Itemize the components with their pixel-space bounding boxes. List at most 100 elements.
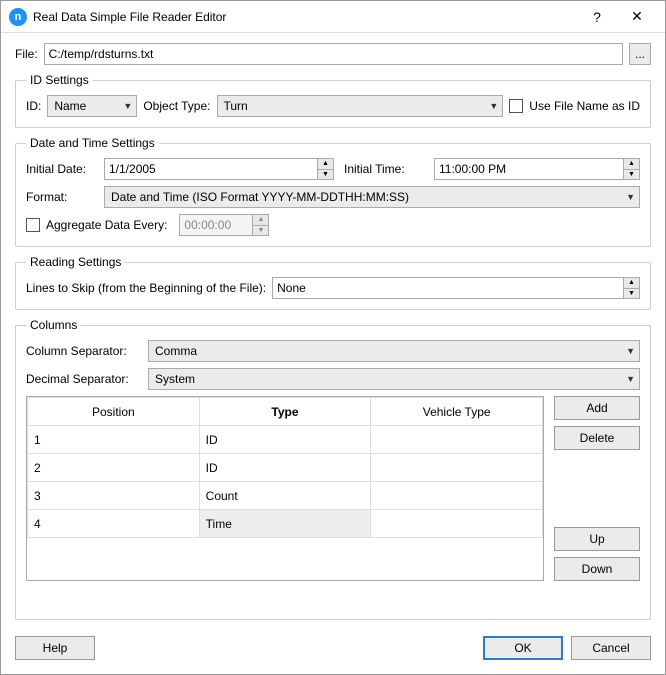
app-icon: n bbox=[9, 8, 27, 26]
format-label: Format: bbox=[26, 190, 98, 204]
table-cell-position[interactable]: 4 bbox=[28, 510, 200, 538]
chevron-down-icon: ▼ bbox=[123, 101, 132, 111]
table-row[interactable]: 4Time bbox=[28, 510, 543, 538]
columns-table-container: Position Type Vehicle Type 1ID2ID3Count4… bbox=[26, 396, 544, 581]
lines-to-skip-label: Lines to Skip (from the Beginning of the… bbox=[26, 281, 266, 295]
datetime-group: Date and Time Settings Initial Date: ▲▼ … bbox=[15, 136, 651, 247]
ok-button[interactable]: OK bbox=[483, 636, 563, 660]
decimal-sep-row: Decimal Separator: System ▼ bbox=[26, 368, 640, 390]
table-cell-position[interactable]: 2 bbox=[28, 454, 200, 482]
file-row: File: ... bbox=[15, 43, 651, 65]
aggregate-value bbox=[180, 215, 252, 235]
table-header-row: Position Type Vehicle Type bbox=[28, 398, 543, 426]
columns-side-buttons: Add Delete Up Down bbox=[554, 396, 640, 581]
spinner-up-icon[interactable]: ▲ bbox=[624, 278, 639, 289]
table-cell-position[interactable]: 3 bbox=[28, 482, 200, 510]
initial-time-value[interactable] bbox=[435, 159, 623, 179]
chevron-down-icon: ▼ bbox=[489, 101, 498, 111]
initial-time-spinner[interactable]: ▲▼ bbox=[434, 158, 640, 180]
header-position[interactable]: Position bbox=[28, 398, 200, 426]
datetime-row2: Format: Date and Time (ISO Format YYYY-M… bbox=[26, 186, 640, 208]
id-combo-value: Name bbox=[54, 99, 86, 113]
spinner-down-icon[interactable]: ▼ bbox=[624, 289, 639, 299]
column-sep-label: Column Separator: bbox=[26, 344, 142, 358]
table-cell-type[interactable]: ID bbox=[199, 426, 371, 454]
column-sep-row: Column Separator: Comma ▼ bbox=[26, 340, 640, 362]
initial-date-value[interactable] bbox=[105, 159, 317, 179]
object-type-combo[interactable]: Turn ▼ bbox=[217, 95, 504, 117]
datetime-legend: Date and Time Settings bbox=[26, 136, 159, 150]
lines-to-skip-value[interactable] bbox=[273, 278, 623, 298]
aggregate-label: Aggregate Data Every: bbox=[46, 218, 167, 232]
column-sep-combo[interactable]: Comma ▼ bbox=[148, 340, 640, 362]
format-value: Date and Time (ISO Format YYYY-MM-DDTHH:… bbox=[111, 190, 409, 204]
header-vehicle[interactable]: Vehicle Type bbox=[371, 398, 543, 426]
spinner-up-icon: ▲ bbox=[253, 215, 268, 226]
table-row[interactable]: 3Count bbox=[28, 482, 543, 510]
chevron-down-icon: ▼ bbox=[626, 192, 635, 202]
table-cell-vehicle[interactable] bbox=[371, 510, 543, 538]
table-cell-position[interactable]: 1 bbox=[28, 426, 200, 454]
id-combo[interactable]: Name ▼ bbox=[47, 95, 137, 117]
column-sep-value: Comma bbox=[155, 344, 197, 358]
columns-table[interactable]: Position Type Vehicle Type 1ID2ID3Count4… bbox=[27, 397, 543, 538]
table-row[interactable]: 2ID bbox=[28, 454, 543, 482]
titlebar: n Real Data Simple File Reader Editor ? … bbox=[1, 1, 665, 33]
spinner-up-icon[interactable]: ▲ bbox=[318, 159, 333, 170]
datetime-row1: Initial Date: ▲▼ Initial Time: ▲▼ bbox=[26, 158, 640, 180]
initial-date-label: Initial Date: bbox=[26, 162, 98, 176]
table-cell-type[interactable]: Count bbox=[199, 482, 371, 510]
browse-button[interactable]: ... bbox=[629, 43, 651, 65]
table-cell-type[interactable]: Time bbox=[199, 510, 371, 538]
delete-button[interactable]: Delete bbox=[554, 426, 640, 450]
table-cell-vehicle[interactable] bbox=[371, 482, 543, 510]
initial-date-spinner[interactable]: ▲▼ bbox=[104, 158, 334, 180]
lines-to-skip-spinner[interactable]: ▲▼ bbox=[272, 277, 640, 299]
decimal-sep-combo[interactable]: System ▼ bbox=[148, 368, 640, 390]
id-settings-row: ID: Name ▼ Object Type: Turn ▼ Use File … bbox=[26, 95, 640, 117]
up-button[interactable]: Up bbox=[554, 527, 640, 551]
use-filename-checkbox[interactable] bbox=[509, 99, 523, 113]
datetime-row3: Aggregate Data Every: ▲▼ bbox=[26, 214, 640, 236]
spinner-down-icon: ▼ bbox=[253, 226, 268, 236]
add-button[interactable]: Add bbox=[554, 396, 640, 420]
down-button[interactable]: Down bbox=[554, 557, 640, 581]
columns-legend: Columns bbox=[26, 318, 81, 332]
header-type[interactable]: Type bbox=[199, 398, 371, 426]
id-label: ID: bbox=[26, 99, 41, 113]
table-cell-vehicle[interactable] bbox=[371, 454, 543, 482]
window-title: Real Data Simple File Reader Editor bbox=[33, 10, 577, 24]
aggregate-checkbox[interactable] bbox=[26, 218, 40, 232]
reading-row: Lines to Skip (from the Beginning of the… bbox=[26, 277, 640, 299]
columns-table-wrap: Position Type Vehicle Type 1ID2ID3Count4… bbox=[26, 396, 640, 581]
spinner-down-icon[interactable]: ▼ bbox=[624, 170, 639, 180]
id-settings-group: ID Settings ID: Name ▼ Object Type: Turn… bbox=[15, 73, 651, 128]
dialog-content: File: ... ID Settings ID: Name ▼ Object … bbox=[1, 33, 665, 630]
columns-group: Columns Column Separator: Comma ▼ Decima… bbox=[15, 318, 651, 620]
table-cell-type[interactable]: ID bbox=[199, 454, 371, 482]
help-button[interactable]: ? bbox=[577, 1, 617, 32]
table-cell-vehicle[interactable] bbox=[371, 426, 543, 454]
use-filename-label: Use File Name as ID bbox=[529, 99, 640, 113]
id-settings-legend: ID Settings bbox=[26, 73, 93, 87]
chevron-down-icon: ▼ bbox=[626, 346, 635, 356]
file-input[interactable] bbox=[44, 43, 623, 65]
object-type-label: Object Type: bbox=[143, 99, 210, 113]
cancel-button[interactable]: Cancel bbox=[571, 636, 651, 660]
dialog-window: n Real Data Simple File Reader Editor ? … bbox=[0, 0, 666, 675]
reading-group: Reading Settings Lines to Skip (from the… bbox=[15, 255, 651, 310]
decimal-sep-value: System bbox=[155, 372, 195, 386]
help-footer-button[interactable]: Help bbox=[15, 636, 95, 660]
close-button[interactable]: ✕ bbox=[617, 1, 657, 32]
table-row[interactable]: 1ID bbox=[28, 426, 543, 454]
spinner-down-icon[interactable]: ▼ bbox=[318, 170, 333, 180]
chevron-down-icon: ▼ bbox=[626, 374, 635, 384]
spinner-up-icon[interactable]: ▲ bbox=[624, 159, 639, 170]
initial-time-label: Initial Time: bbox=[344, 162, 428, 176]
decimal-sep-label: Decimal Separator: bbox=[26, 372, 142, 386]
file-label: File: bbox=[15, 47, 38, 61]
format-combo[interactable]: Date and Time (ISO Format YYYY-MM-DDTHH:… bbox=[104, 186, 640, 208]
object-type-value: Turn bbox=[224, 99, 248, 113]
dialog-footer: Help OK Cancel bbox=[1, 630, 665, 674]
aggregate-spinner: ▲▼ bbox=[179, 214, 269, 236]
